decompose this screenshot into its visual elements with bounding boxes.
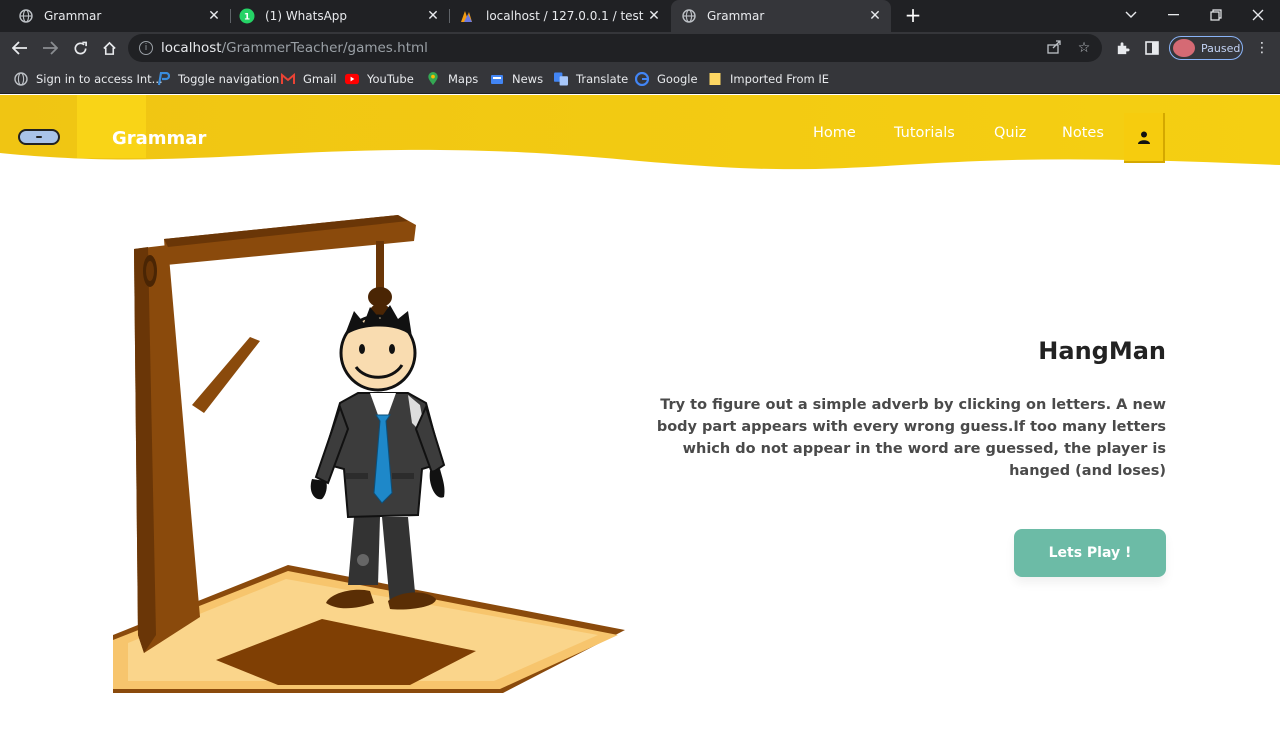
folder-icon (709, 73, 721, 85)
bookmark-item[interactable]: Gmail (281, 70, 337, 88)
game-title: HangMan (1038, 337, 1166, 365)
tab-title: (1) WhatsApp (265, 9, 348, 23)
reload-icon[interactable] (68, 36, 92, 60)
maps-icon (428, 72, 438, 86)
web-page: Grammar Home Tutorials Quiz Notes HangMa… (0, 95, 1280, 749)
tab-whatsapp[interactable]: 1 (1) WhatsApp ✕ (231, 0, 449, 32)
bookmark-item[interactable]: Translate (554, 70, 628, 88)
minimize-icon[interactable] (1154, 0, 1194, 30)
bookmark-item[interactable]: Maps (426, 70, 478, 88)
browser-tabstrip: Grammar ✕ 1 (1) WhatsApp ✕ localhost / 1… (0, 0, 1280, 32)
globe-icon (18, 8, 34, 24)
bookmark-item[interactable]: Sign in to access Int... (14, 70, 163, 88)
tab-phpmyadmin[interactable]: localhost / 127.0.0.1 / test / stude ✕ (450, 0, 670, 32)
back-arrow-icon[interactable] (8, 36, 32, 60)
bookmark-label: Sign in to access Int... (36, 72, 163, 86)
forward-arrow-icon[interactable] (38, 36, 62, 60)
nav-quiz[interactable]: Quiz (994, 125, 1026, 141)
close-tab-icon[interactable]: ✕ (206, 8, 222, 24)
tab-title: Grammar (707, 9, 765, 23)
bookmark-label: Google (657, 72, 698, 86)
bookmark-label: Maps (448, 72, 479, 86)
profile-status: Paused (1201, 41, 1241, 55)
bookmark-label: Toggle navigation (178, 72, 280, 86)
bookmark-item[interactable]: Toggle navigation (156, 70, 279, 88)
phpmyadmin-icon (460, 8, 476, 24)
close-tab-icon[interactable]: ✕ (867, 8, 883, 24)
url-host: localhost (161, 40, 222, 56)
browser-toolbar: i localhost/GrammerTeacher/games.html ☆ … (0, 32, 1280, 64)
profile-button[interactable]: Paused (1169, 36, 1243, 60)
globe-icon (14, 72, 28, 86)
bookmark-label: Imported From IE (730, 72, 830, 86)
bookmark-item[interactable]: Google (635, 70, 698, 88)
address-bar[interactable]: i localhost/GrammerTeacher/games.html ☆ (128, 34, 1102, 62)
avatar (1173, 39, 1195, 57)
more-menu-icon[interactable]: ⋮ (1255, 38, 1269, 58)
tab-grammar-active[interactable]: Grammar ✕ (671, 0, 891, 32)
google-icon (635, 72, 649, 86)
bookmark-item[interactable]: YouTube (345, 70, 414, 88)
close-tab-icon[interactable]: ✕ (646, 8, 662, 24)
close-window-icon[interactable] (1238, 0, 1278, 30)
tab-title: Grammar (44, 9, 102, 23)
gmail-icon (281, 72, 295, 84)
bookmark-label: Translate (576, 72, 629, 86)
bookmark-item[interactable]: Imported From IE (708, 70, 829, 88)
nav-tutorials[interactable]: Tutorials (894, 125, 955, 141)
site-info-icon[interactable]: i (139, 41, 153, 55)
url-text: localhost/GrammerTeacher/games.html (161, 40, 428, 56)
tab-grammar-1[interactable]: Grammar ✕ (8, 0, 230, 32)
tab-title: localhost / 127.0.0.1 / test / stude (486, 9, 646, 23)
side-panel-icon[interactable] (1140, 36, 1164, 60)
bookmark-label: YouTube (367, 72, 414, 86)
svg-text:1: 1 (244, 13, 250, 23)
user-icon (1137, 131, 1150, 144)
close-tab-icon[interactable]: ✕ (425, 8, 441, 24)
bookmark-label: Gmail (303, 72, 337, 86)
youtube-icon (345, 73, 359, 85)
p-icon (157, 72, 170, 86)
bookmarks-bar: Sign in to access Int... Toggle navigati… (0, 64, 1280, 94)
nav-notes[interactable]: Notes (1062, 125, 1104, 141)
globe-icon (681, 8, 697, 24)
lets-play-button[interactable]: Lets Play ! (1014, 529, 1166, 577)
nav-home[interactable]: Home (813, 125, 856, 141)
extensions-puzzle-icon[interactable] (1110, 36, 1134, 60)
menu-toggle-button[interactable] (18, 129, 60, 145)
url-path: /GrammerTeacher/games.html (221, 40, 428, 56)
new-tab-button[interactable]: + (902, 5, 924, 27)
tab-search-chevron-icon[interactable] (1111, 0, 1151, 30)
news-icon (491, 75, 503, 84)
site-brand[interactable]: Grammar (112, 128, 206, 149)
bookmark-star-icon[interactable]: ☆ (1076, 40, 1092, 56)
restore-icon[interactable] (1196, 0, 1236, 30)
translate-icon (554, 72, 568, 86)
user-account-button[interactable] (1124, 113, 1165, 163)
bookmark-item[interactable]: News (490, 70, 543, 88)
hangman-illustration (113, 215, 625, 693)
bookmark-label: News (512, 72, 544, 86)
share-icon[interactable] (1046, 40, 1062, 56)
game-description: Try to figure out a simple adverb by cli… (656, 397, 1166, 479)
whatsapp-icon: 1 (239, 8, 255, 24)
home-icon[interactable] (97, 36, 121, 60)
